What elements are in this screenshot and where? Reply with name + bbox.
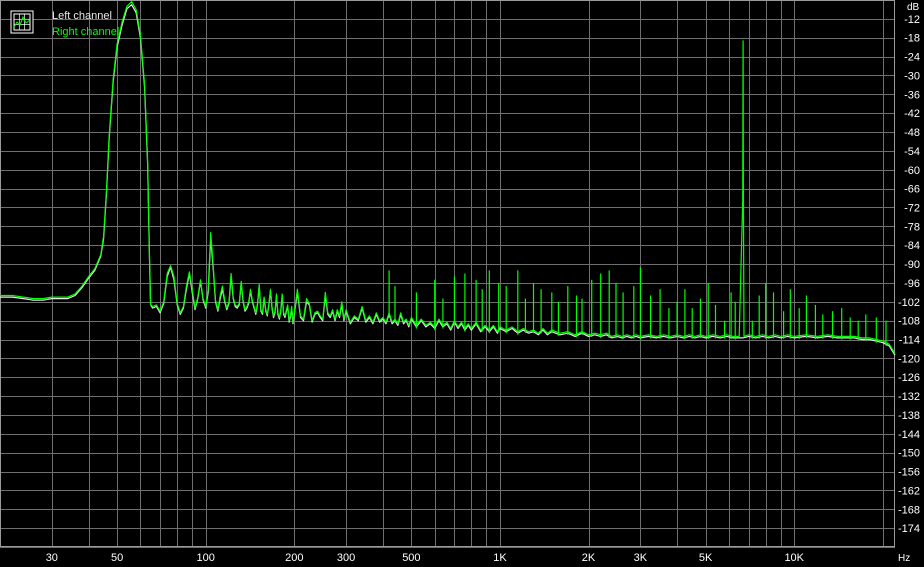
legend-item-left-channel: Left channel [52, 10, 112, 22]
y-tick-label: -78 [904, 221, 920, 233]
y-tick-label: -90 [904, 259, 920, 271]
y-tick-label: -48 [904, 127, 920, 139]
y-tick-label: -156 [898, 467, 920, 479]
x-tick-label: 1K [493, 552, 507, 564]
y-tick-label: -162 [898, 485, 920, 497]
y-tick-label: -174 [898, 523, 920, 535]
x-tick-label: 3K [634, 552, 648, 564]
y-tick-label: -150 [898, 448, 920, 460]
x-tick-label: 2K [582, 552, 596, 564]
y-tick-label: -24 [904, 52, 920, 64]
y-tick-label: -102 [898, 297, 920, 309]
y-tick-label: -36 [904, 89, 920, 101]
y-tick-label: -72 [904, 202, 920, 214]
x-tick-label: 5K [699, 552, 713, 564]
x-tick-label: 10K [784, 552, 804, 564]
legend-item-right-channel: Right channel [52, 26, 119, 38]
y-tick-label: -168 [898, 504, 920, 516]
x-tick-label: 30 [46, 552, 58, 564]
y-tick-label: -66 [904, 184, 920, 196]
x-axis-unit-label: Hz [898, 553, 910, 564]
x-tick-label: 50 [111, 552, 123, 564]
x-tick-label: 100 [197, 552, 215, 564]
y-tick-label: -12 [904, 14, 920, 26]
y-tick-label: -144 [898, 429, 920, 441]
y-tick-label: -84 [904, 240, 920, 252]
y-tick-label: -114 [899, 335, 920, 347]
y-tick-label: -42 [904, 108, 920, 120]
x-tick-label: 500 [402, 552, 420, 564]
y-tick-label: -120 [898, 353, 920, 365]
y-tick-label: -108 [898, 316, 920, 328]
y-tick-label: -138 [898, 410, 920, 422]
waveform-grid-icon[interactable] [10, 10, 34, 34]
x-tick-label: 200 [285, 552, 303, 564]
y-tick-label: -126 [898, 372, 920, 384]
x-tick-label: 300 [337, 552, 355, 564]
y-tick-label: -54 [904, 146, 920, 158]
y-tick-label: -132 [898, 391, 920, 403]
y-tick-label: -18 [904, 33, 920, 45]
y-tick-label: -60 [904, 165, 920, 177]
y-tick-label: -96 [904, 278, 920, 290]
y-axis-unit-label: dB [907, 2, 920, 13]
spectrum-chart: 30 50 100 200 300 500 1K 2K 3K 5K 10K -12 -18 -24 -30… [0, 0, 924, 567]
y-tick-label: -30 [904, 70, 920, 82]
